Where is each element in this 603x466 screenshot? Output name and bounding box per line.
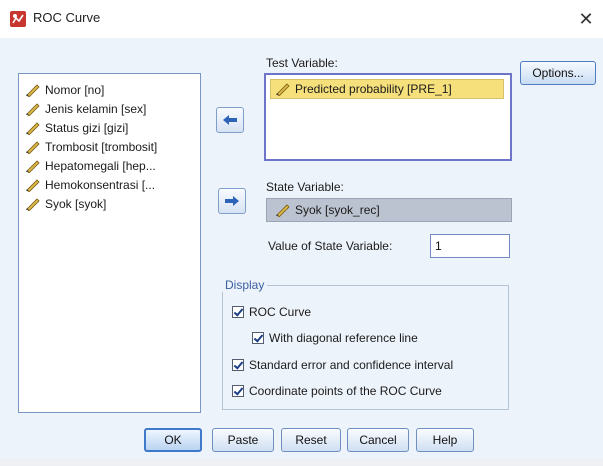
cancel-button[interactable]: Cancel — [347, 428, 409, 452]
list-item[interactable]: Hepatomegali [hep... — [19, 156, 200, 175]
std-error-label: Standard error and confidence interval — [249, 358, 454, 372]
scale-pencil-icon — [26, 102, 40, 116]
std-error-checkbox[interactable] — [232, 359, 244, 371]
diagonal-line-checkbox[interactable] — [252, 332, 264, 344]
scale-pencil-icon — [26, 121, 40, 135]
scale-pencil-icon — [276, 83, 290, 96]
list-item[interactable]: Nomor [no] — [19, 80, 200, 99]
coordinate-points-label: Coordinate points of the ROC Curve — [249, 384, 442, 398]
list-item[interactable]: Syok [syok] — [19, 194, 200, 213]
close-button[interactable]: ✕ — [575, 8, 597, 30]
test-variable-selected-label: Predicted probability [PRE_1] — [295, 82, 452, 96]
list-item-label: Trombosit [trombosit] — [45, 139, 158, 154]
scale-pencil-icon — [26, 140, 40, 154]
scale-pencil-icon — [26, 159, 40, 173]
title-bar: ROC Curve ✕ — [0, 0, 603, 38]
scale-pencil-icon — [26, 178, 40, 192]
test-variable-list[interactable]: Predicted probability [PRE_1] — [264, 73, 512, 161]
roc-curve-option[interactable]: ROC Curve — [232, 305, 311, 319]
options-button[interactable]: Options... — [520, 61, 596, 85]
list-item-label: Hemokonsentrasi [... — [45, 177, 156, 192]
state-variable-field[interactable]: Syok [syok_rec] — [266, 198, 512, 222]
paste-button[interactable]: Paste — [212, 428, 274, 452]
list-item-label: Syok [syok] — [45, 196, 107, 211]
window-title: ROC Curve — [33, 10, 101, 25]
help-button[interactable]: Help — [416, 428, 474, 452]
list-item[interactable]: Hemokonsentrasi [... — [19, 175, 200, 194]
source-variable-list[interactable]: Nomor [no] Jenis kelamin [sex] Status gi… — [18, 73, 201, 413]
value-of-state-variable-label: Value of State Variable: — [268, 239, 393, 253]
ok-button[interactable]: OK — [144, 428, 202, 452]
std-error-option[interactable]: Standard error and confidence interval — [232, 358, 453, 372]
coordinate-points-checkbox[interactable] — [232, 385, 244, 397]
list-item-label: Hepatomegali [hep... — [45, 158, 156, 173]
scale-pencil-icon — [26, 197, 40, 211]
reset-button[interactable]: Reset — [281, 428, 341, 452]
dialog-button-row: OK Paste Reset Cancel Help — [0, 428, 603, 452]
scale-pencil-icon — [276, 204, 290, 217]
state-variable-selected-label: Syok [syok_rec] — [295, 203, 380, 217]
value-of-state-variable-input[interactable] — [430, 234, 510, 258]
dialog-bottom-edge — [0, 458, 603, 466]
roc-curve-checkbox[interactable] — [232, 306, 244, 318]
state-variable-label: State Variable: — [266, 180, 344, 194]
list-item[interactable]: Trombosit [trombosit] — [19, 137, 200, 156]
coordinate-points-option[interactable]: Coordinate points of the ROC Curve — [232, 384, 442, 398]
arrow-right-icon — [225, 196, 239, 206]
list-item[interactable]: Status gizi [gizi] — [19, 118, 200, 137]
roc-curve-label: ROC Curve — [249, 305, 312, 319]
test-variable-selected[interactable]: Predicted probability [PRE_1] — [270, 79, 504, 99]
scale-pencil-icon — [26, 83, 40, 97]
test-variable-label: Test Variable: — [266, 56, 338, 70]
list-item-label: Jenis kelamin [sex] — [45, 101, 147, 116]
display-group-label: Display — [222, 278, 268, 292]
diagonal-line-label: With diagonal reference line — [269, 331, 418, 345]
list-item-label: Nomor [no] — [45, 82, 105, 97]
spss-app-icon — [10, 11, 26, 27]
list-item-label: Status gizi [gizi] — [45, 120, 129, 135]
arrow-left-icon — [223, 115, 237, 125]
move-to-state-variable-button[interactable] — [218, 188, 246, 214]
diagonal-line-option[interactable]: With diagonal reference line — [252, 331, 418, 345]
list-item[interactable]: Jenis kelamin [sex] — [19, 99, 200, 118]
move-to-test-variable-button[interactable] — [216, 107, 244, 133]
